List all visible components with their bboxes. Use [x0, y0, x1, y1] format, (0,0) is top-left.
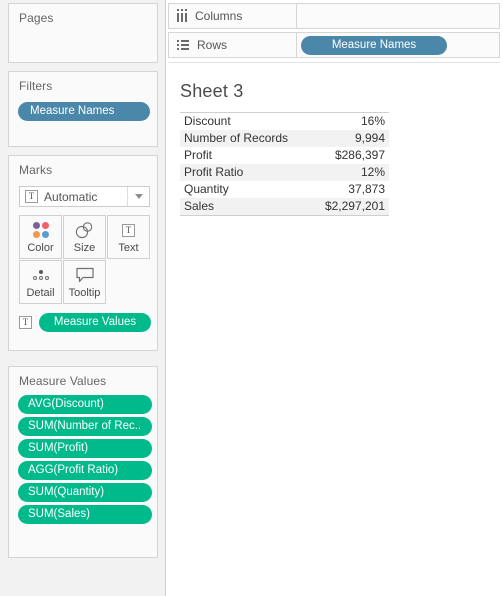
marks-button-size[interactable]: Size: [63, 215, 106, 259]
table-cell-value: 37,873: [310, 181, 389, 198]
viz-canvas[interactable]: Sheet 3 Discount 16% Number of Records 9…: [168, 62, 500, 594]
rows-shelf[interactable]: Rows Measure Names: [168, 32, 500, 58]
text-box-icon: T: [25, 190, 38, 203]
table-cell-measure: Sales: [180, 198, 311, 216]
worksheet-area: Columns Rows Measure Names Sheet 3 Disco…: [166, 0, 502, 596]
marks-button-text[interactable]: T Text: [107, 215, 150, 259]
marks-pill-measure-values[interactable]: Measure Values: [39, 313, 151, 332]
marks-text-encoding-row: T Measure Values: [19, 313, 151, 332]
table-row[interactable]: Sales $2,297,201: [180, 198, 389, 216]
marks-button-size-label: Size: [73, 242, 96, 254]
measure-values-table: Discount 16% Number of Records 9,994 Pro…: [180, 112, 389, 216]
table-cell-measure: Quantity: [180, 181, 311, 198]
left-panel: Pages Filters Measure Names Marks T Auto…: [0, 0, 166, 596]
mark-type-dropdown[interactable]: T Automatic: [19, 186, 150, 207]
table-row[interactable]: Quantity 37,873: [180, 181, 389, 198]
color-dots-icon: [32, 218, 49, 242]
marks-button-detail-label: Detail: [26, 287, 55, 299]
table-cell-measure: Number of Records: [180, 130, 311, 147]
columns-icon: [177, 9, 187, 22]
columns-shelf[interactable]: Columns: [168, 3, 500, 29]
marks-card-title: Marks: [19, 163, 53, 177]
table-cell-value: 16%: [310, 112, 389, 130]
table-cell-measure: Discount: [180, 112, 311, 130]
columns-shelf-dropzone[interactable]: [297, 4, 499, 28]
marks-button-color[interactable]: Color: [19, 215, 62, 259]
table-row[interactable]: Number of Records 9,994: [180, 130, 389, 147]
pages-card[interactable]: Pages: [8, 3, 158, 63]
measure-pill-sum-number-of-records[interactable]: SUM(Number of Rec..: [18, 417, 152, 436]
columns-shelf-label-box: Columns: [169, 4, 297, 28]
text-box-icon: T: [122, 218, 135, 242]
marks-card[interactable]: Marks T Automatic Color Size T Text Deta…: [8, 155, 158, 351]
table-cell-measure: Profit Ratio: [180, 164, 311, 181]
measure-pill-sum-sales[interactable]: SUM(Sales): [18, 505, 152, 524]
marks-button-text-label: Text: [118, 242, 139, 254]
measure-pill-sum-profit[interactable]: SUM(Profit): [18, 439, 152, 458]
marks-button-detail[interactable]: Detail: [19, 260, 62, 304]
table-cell-value: 9,994: [310, 130, 389, 147]
sheet-title: Sheet 3: [180, 81, 244, 101]
rows-shelf-label-box: Rows: [169, 33, 297, 57]
table-cell-value: 12%: [310, 164, 389, 181]
table-cell-value: $2,297,201: [310, 198, 389, 216]
measure-values-card-title: Measure Values: [19, 374, 107, 388]
rows-pill-measure-names[interactable]: Measure Names: [301, 35, 447, 55]
size-circles-icon: [74, 218, 96, 242]
rows-shelf-dropzone[interactable]: Measure Names: [297, 33, 499, 57]
marks-button-tooltip[interactable]: Tooltip: [63, 260, 106, 304]
rows-shelf-label: Rows: [197, 38, 228, 52]
table-row[interactable]: Profit Ratio 12%: [180, 164, 389, 181]
measure-pill-sum-quantity[interactable]: SUM(Quantity): [18, 483, 152, 502]
tableau-worksheet-window: Pages Filters Measure Names Marks T Auto…: [0, 0, 502, 596]
rows-icon: [177, 40, 189, 50]
measure-values-card[interactable]: Measure Values AVG(Discount) SUM(Number …: [8, 366, 158, 558]
pages-card-title: Pages: [19, 11, 54, 25]
tooltip-bubble-icon: [75, 263, 95, 287]
chevron-down-icon[interactable]: [127, 187, 149, 206]
marks-button-tooltip-label: Tooltip: [68, 287, 101, 299]
filters-card[interactable]: Filters Measure Names: [8, 71, 158, 147]
filter-pill-measure-names[interactable]: Measure Names: [18, 102, 150, 121]
table-row[interactable]: Discount 16%: [180, 112, 389, 130]
mark-type-label: Automatic: [44, 189, 98, 204]
filters-card-title: Filters: [19, 79, 53, 93]
measure-pill-avg-discount[interactable]: AVG(Discount): [18, 395, 152, 414]
table-cell-value: $286,397: [310, 147, 389, 164]
marks-button-color-label: Color: [27, 242, 54, 254]
table-row[interactable]: Profit $286,397: [180, 147, 389, 164]
measure-values-pill-list: AVG(Discount) SUM(Number of Rec.. SUM(Pr…: [18, 395, 152, 527]
text-box-icon: T: [19, 316, 32, 329]
columns-shelf-label: Columns: [195, 9, 243, 23]
measure-pill-agg-profit-ratio[interactable]: AGG(Profit Ratio): [18, 461, 152, 480]
detail-dots-icon: [32, 263, 49, 287]
table-cell-measure: Profit: [180, 147, 311, 164]
